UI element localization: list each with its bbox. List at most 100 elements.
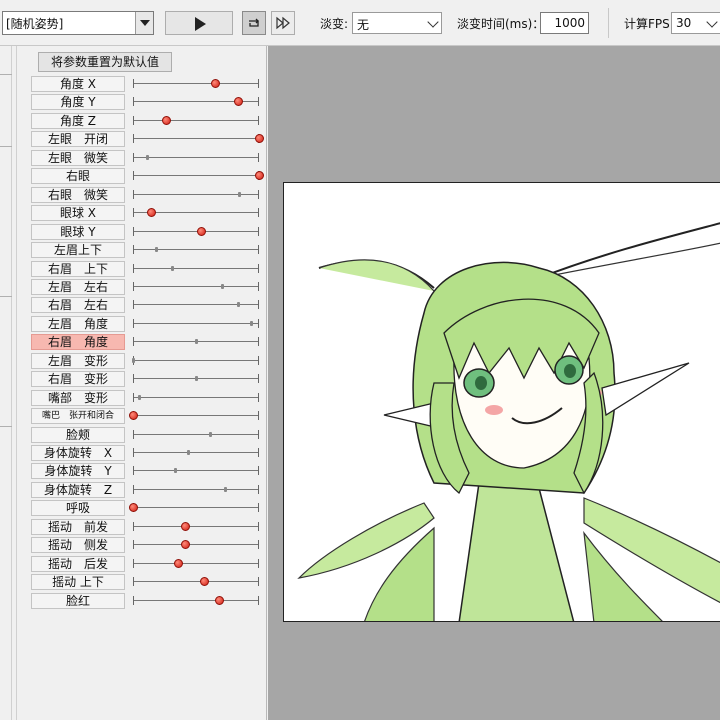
- slider-knob[interactable]: [132, 357, 135, 363]
- slider-knob[interactable]: [161, 115, 171, 125]
- left-collapsed-panel[interactable]: [0, 46, 12, 720]
- param-slider[interactable]: [133, 260, 259, 278]
- slider-knob[interactable]: [214, 595, 224, 605]
- param-label[interactable]: 脸颊: [31, 426, 125, 443]
- slider-knob[interactable]: [180, 540, 190, 550]
- slider-knob[interactable]: [195, 339, 198, 345]
- param-slider[interactable]: [133, 130, 264, 148]
- param-slider[interactable]: [133, 186, 259, 204]
- param-label[interactable]: 身体旋转 X: [31, 445, 125, 461]
- param-label[interactable]: 嘴部 变形: [31, 389, 125, 406]
- param-label[interactable]: 摇动 前发: [31, 518, 125, 535]
- slider-knob[interactable]: [129, 411, 138, 421]
- param-label[interactable]: 右眉 角度: [31, 334, 125, 351]
- slider-knob[interactable]: [187, 450, 191, 455]
- param-slider[interactable]: [133, 333, 259, 351]
- param-label[interactable]: 右眉 上下: [31, 260, 125, 277]
- slider-knob[interactable]: [221, 283, 225, 289]
- param-slider[interactable]: [133, 462, 259, 480]
- param-slider[interactable]: [133, 296, 259, 314]
- play-button[interactable]: [165, 11, 233, 35]
- param-label[interactable]: 角度 X: [31, 76, 125, 92]
- param-slider[interactable]: [133, 278, 259, 296]
- fast-forward-button[interactable]: [271, 11, 295, 35]
- param-label[interactable]: 角度 Y: [31, 94, 125, 111]
- param-slider[interactable]: [133, 93, 259, 111]
- param-label[interactable]: 摇动 后发: [31, 555, 125, 572]
- param-label[interactable]: 脸红: [31, 592, 125, 609]
- param-slider[interactable]: [129, 407, 259, 425]
- slider-knob[interactable]: [255, 171, 264, 181]
- param-slider[interactable]: [133, 149, 259, 167]
- slider-knob[interactable]: [171, 265, 175, 271]
- param-label[interactable]: 左眼 微笑: [31, 149, 125, 166]
- slider-knob[interactable]: [195, 376, 198, 382]
- slider-knob[interactable]: [208, 431, 212, 437]
- param-label[interactable]: 眼球 X: [31, 205, 125, 222]
- param-slider[interactable]: [133, 75, 259, 93]
- fps-select[interactable]: 30: [671, 12, 720, 34]
- model-preview[interactable]: [283, 182, 720, 622]
- param-label[interactable]: 呼吸: [31, 500, 125, 517]
- slider-knob[interactable]: [174, 558, 184, 568]
- param-label[interactable]: 左眼 开闭: [31, 131, 125, 148]
- param-label[interactable]: 身体旋转 Y: [31, 463, 125, 480]
- param-slider[interactable]: [133, 481, 259, 499]
- param-label[interactable]: 左眉 左右: [31, 278, 125, 295]
- loop-toggle-button[interactable]: [242, 11, 266, 35]
- slider-endcap: [258, 540, 259, 550]
- slider-knob[interactable]: [210, 79, 220, 88]
- param-slider[interactable]: [133, 223, 259, 241]
- param-slider[interactable]: [129, 499, 259, 517]
- param-label[interactable]: 摇动 侧发: [31, 537, 125, 554]
- param-label[interactable]: 左眉 变形: [31, 352, 125, 369]
- param-slider[interactable]: [133, 555, 259, 573]
- fade-time-input[interactable]: 1000: [540, 12, 589, 34]
- param-slider[interactable]: [133, 167, 264, 185]
- dropdown-arrow-icon[interactable]: [135, 12, 153, 34]
- param-label[interactable]: 嘴巴 张开和闭合: [31, 408, 125, 425]
- param-label[interactable]: 左眉上下: [31, 242, 125, 259]
- param-slider[interactable]: [133, 536, 259, 554]
- param-label[interactable]: 角度 Z: [31, 112, 125, 129]
- slider-knob[interactable]: [138, 394, 142, 400]
- slider-knob[interactable]: [233, 97, 243, 107]
- slider-knob[interactable]: [146, 208, 156, 218]
- param-label[interactable]: 左眉 角度: [31, 315, 125, 332]
- param-slider[interactable]: [133, 315, 259, 333]
- slider-knob[interactable]: [199, 577, 209, 587]
- slider-knob[interactable]: [180, 521, 190, 531]
- slider-knob[interactable]: [250, 320, 254, 326]
- slider-knob[interactable]: [145, 154, 149, 160]
- param-slider[interactable]: [133, 518, 259, 536]
- pose-select[interactable]: [随机姿势]: [2, 11, 154, 35]
- param-label[interactable]: 身体旋转 Z: [31, 481, 125, 498]
- param-slider[interactable]: [133, 241, 259, 259]
- param-slider[interactable]: [133, 370, 259, 388]
- param-slider[interactable]: [133, 592, 259, 610]
- param-slider[interactable]: [132, 352, 259, 370]
- param-slider[interactable]: [133, 573, 259, 591]
- slider-knob[interactable]: [223, 486, 227, 492]
- slider-knob[interactable]: [154, 247, 158, 253]
- slider-knob[interactable]: [173, 468, 177, 474]
- param-label[interactable]: 右眉 左右: [31, 297, 125, 314]
- param-label[interactable]: 右眼 微笑: [31, 186, 125, 203]
- param-slider[interactable]: [133, 204, 259, 222]
- slider-knob[interactable]: [236, 302, 240, 308]
- divider: [0, 146, 12, 147]
- param-slider[interactable]: [133, 426, 259, 444]
- param-slider[interactable]: [133, 389, 259, 407]
- param-label[interactable]: 右眼: [31, 168, 125, 185]
- reset-parameters-button[interactable]: 将参数重置为默认值: [38, 52, 172, 72]
- slider-knob[interactable]: [255, 134, 264, 144]
- slider-knob[interactable]: [129, 503, 138, 513]
- slider-knob[interactable]: [237, 191, 241, 197]
- fade-select[interactable]: 无: [352, 12, 442, 34]
- param-slider[interactable]: [133, 112, 259, 130]
- param-label[interactable]: 右眉 变形: [31, 371, 125, 388]
- param-slider[interactable]: [133, 444, 259, 462]
- slider-knob[interactable]: [197, 226, 207, 236]
- param-label[interactable]: 摇动 上下: [31, 574, 125, 591]
- param-label[interactable]: 眼球 Y: [31, 223, 125, 240]
